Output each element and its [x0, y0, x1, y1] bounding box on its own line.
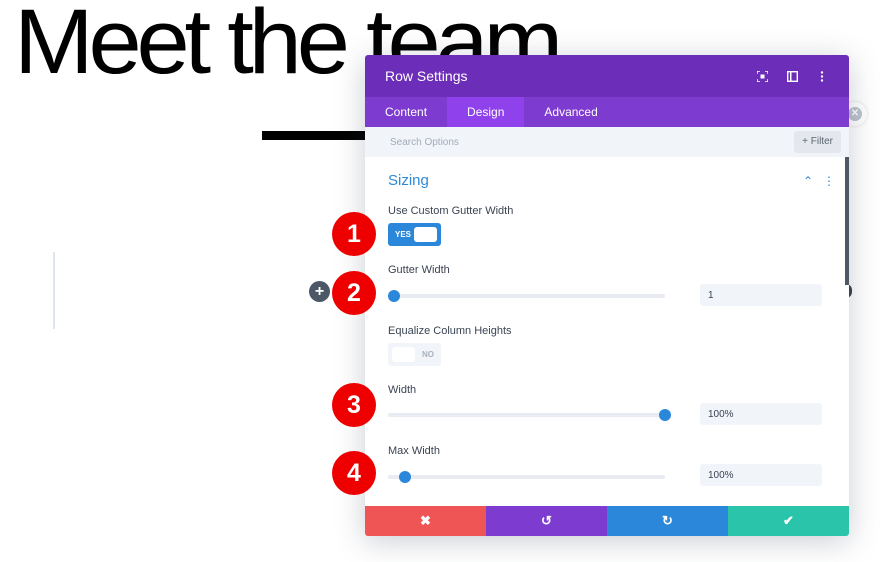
headline-divider [262, 131, 372, 140]
max-width-input[interactable] [700, 464, 822, 486]
column-divider [53, 252, 55, 329]
filter-button[interactable]: + Filter [794, 131, 841, 153]
close-icon: ✖ [420, 513, 431, 528]
save-button[interactable]: ✔ [728, 506, 849, 536]
max-width-slider[interactable] [388, 471, 665, 483]
undo-button[interactable]: ↺ [486, 506, 607, 536]
add-row-button[interactable]: + [309, 281, 330, 302]
search-bar: + Filter [365, 127, 849, 157]
annotation-badge-2: 2 [332, 271, 376, 315]
gutter-width-input[interactable] [700, 284, 822, 306]
plus-icon: + [314, 283, 325, 300]
annotation-badge-4: 4 [332, 451, 376, 495]
redo-icon: ↻ [662, 513, 673, 528]
section-title-sizing[interactable]: Sizing [388, 172, 429, 189]
width-slider[interactable] [388, 409, 671, 421]
max-width-label: Max Width [388, 445, 440, 457]
scrollbar[interactable] [845, 157, 849, 285]
modal-tabs: Content Design Advanced [365, 97, 849, 127]
toggle-knob [392, 347, 415, 362]
modal-header: Row Settings [365, 55, 849, 97]
tab-advanced[interactable]: Advanced [524, 97, 617, 127]
more-vertical-icon[interactable] [815, 69, 829, 83]
redo-button[interactable]: ↻ [607, 506, 728, 536]
tab-design[interactable]: Design [447, 97, 525, 127]
row-settings-modal: Row Settings Content Design Advanced + F… [365, 55, 849, 536]
annotation-badge-3: 3 [332, 383, 376, 427]
more-vertical-icon[interactable]: ⋮ [823, 174, 835, 188]
modal-footer: ✖ ↺ ↻ ✔ [365, 506, 849, 536]
search-options-input[interactable] [388, 135, 692, 149]
split-view-icon[interactable] [785, 69, 799, 83]
equalize-toggle[interactable]: NO [388, 343, 441, 366]
equalize-label: Equalize Column Heights [388, 325, 512, 337]
custom-gutter-label: Use Custom Gutter Width [388, 205, 514, 217]
width-label: Width [388, 384, 417, 396]
slider-thumb[interactable] [659, 409, 671, 421]
undo-icon: ↺ [541, 513, 552, 528]
settings-body: Sizing ⌃ ⋮ Use Custom Gutter Width YES G… [365, 157, 849, 506]
annotation-badge-1: 1 [332, 212, 376, 256]
slider-thumb[interactable] [387, 290, 400, 302]
gutter-width-label: Gutter Width [388, 264, 450, 276]
custom-gutter-toggle[interactable]: YES [388, 223, 441, 246]
close-icon: ✕ [848, 107, 862, 121]
slider-thumb[interactable] [398, 471, 411, 483]
gutter-width-slider[interactable] [387, 290, 665, 302]
chevron-up-icon[interactable]: ⌃ [803, 174, 813, 188]
tab-content[interactable]: Content [365, 97, 447, 127]
cancel-button[interactable]: ✖ [365, 506, 486, 536]
width-input[interactable] [700, 403, 822, 425]
toggle-text: YES [395, 230, 412, 239]
toggle-knob [414, 227, 437, 242]
fullscreen-icon[interactable] [755, 69, 769, 83]
modal-title: Row Settings [385, 68, 468, 84]
check-icon: ✔ [783, 513, 794, 528]
toggle-text: NO [422, 350, 434, 359]
